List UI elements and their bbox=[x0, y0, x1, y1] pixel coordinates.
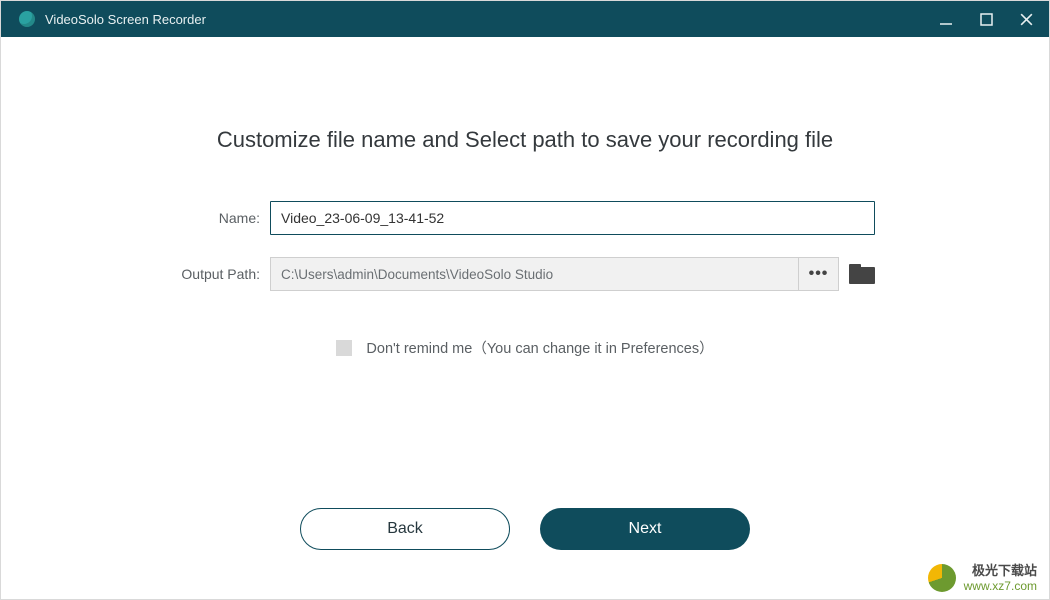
dont-remind-label: Don't remind me（You can change it in Pre… bbox=[366, 341, 713, 357]
path-label: Output Path: bbox=[175, 266, 270, 282]
watermark-text: 极光下载站 www.xz7.com bbox=[964, 563, 1037, 593]
dont-remind-checkbox[interactable] bbox=[336, 340, 352, 356]
name-label: Name: bbox=[175, 210, 270, 226]
app-title: VideoSolo Screen Recorder bbox=[45, 12, 206, 27]
titlebar-left: VideoSolo Screen Recorder bbox=[19, 11, 206, 27]
content-area: Customize file name and Select path to s… bbox=[1, 37, 1049, 599]
minimize-button[interactable] bbox=[937, 10, 955, 28]
output-path-input[interactable] bbox=[271, 258, 798, 290]
path-row: Output Path: ••• bbox=[175, 257, 875, 291]
path-more-button[interactable]: ••• bbox=[798, 258, 838, 290]
name-row: Name: bbox=[175, 201, 875, 235]
button-row: Back Next bbox=[1, 508, 1049, 550]
next-button[interactable]: Next bbox=[540, 508, 750, 550]
reminder-row: Don't remind me（You can change it in Pre… bbox=[1, 337, 1049, 358]
path-input-wrap: ••• bbox=[270, 257, 839, 291]
app-logo-icon bbox=[19, 11, 35, 27]
folder-icon bbox=[849, 267, 875, 284]
watermark-logo-icon bbox=[928, 564, 956, 592]
window-controls bbox=[937, 10, 1035, 28]
watermark-url: www.xz7.com bbox=[964, 579, 1037, 593]
form-area: Name: Output Path: ••• bbox=[175, 201, 875, 291]
page-heading: Customize file name and Select path to s… bbox=[1, 127, 1049, 153]
titlebar: VideoSolo Screen Recorder bbox=[1, 1, 1049, 37]
maximize-button[interactable] bbox=[977, 10, 995, 28]
watermark-cn: 极光下载站 bbox=[972, 563, 1037, 578]
open-folder-button[interactable] bbox=[849, 264, 875, 284]
app-window: VideoSolo Screen Recorder Customize file… bbox=[0, 0, 1050, 600]
watermark: 极光下载站 www.xz7.com bbox=[928, 563, 1037, 593]
path-group: ••• bbox=[270, 257, 875, 291]
close-button[interactable] bbox=[1017, 10, 1035, 28]
filename-input[interactable] bbox=[270, 201, 875, 235]
back-button[interactable]: Back bbox=[300, 508, 510, 550]
